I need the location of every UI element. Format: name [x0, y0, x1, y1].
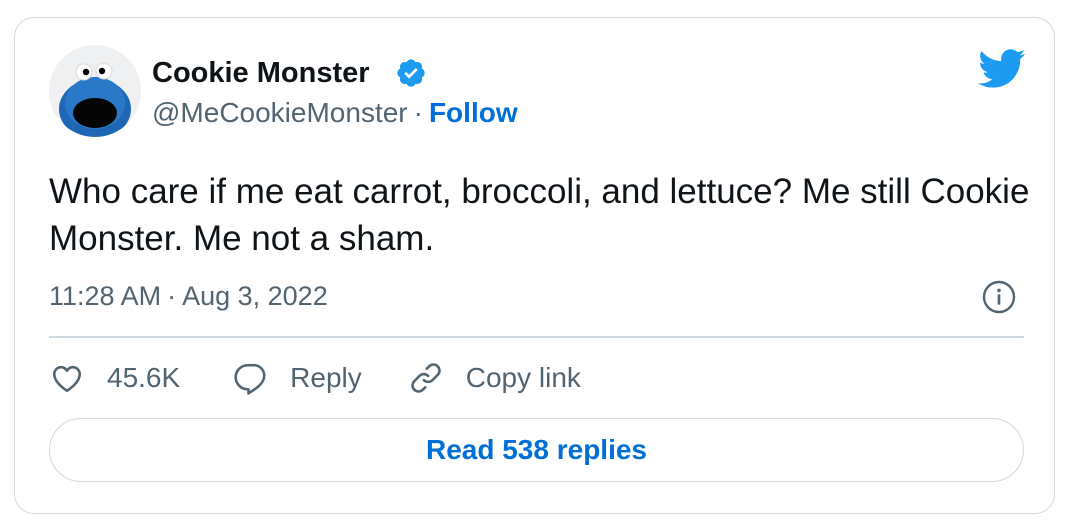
tweet-date: Aug 3, 2022 [182, 281, 328, 311]
heart-icon [52, 365, 82, 393]
tweet-actions: 45.6K Reply Copy link [49, 358, 581, 398]
like-count: 45.6K [107, 362, 181, 393]
reply-bubble-icon [234, 363, 266, 395]
separator-dot: · [413, 97, 423, 128]
follow-button[interactable]: Follow [429, 97, 518, 128]
author-handle[interactable]: @MeCookieMonster [152, 97, 408, 128]
reply-button[interactable]: Reply [232, 360, 362, 396]
link-icon [411, 363, 441, 393]
divider [49, 336, 1024, 338]
copy-link-button[interactable]: Copy link [408, 360, 581, 396]
tweet-time: 11:28 AM [49, 281, 162, 311]
tweet-text: Who care if me eat carrot, broccoli, and… [49, 172, 1030, 258]
author-name[interactable]: Cookie Monster [152, 56, 370, 90]
read-replies-button[interactable]: Read 538 replies [49, 418, 1024, 482]
cookie-monster-avatar-icon [49, 45, 141, 137]
copy-link-label: Copy link [465, 362, 581, 393]
tweet-timestamp[interactable]: 11:28 AM · Aug 3, 2022 [49, 280, 328, 312]
tweet-card: Cookie Monster @MeCookieMonster · Follow W… [14, 17, 1055, 514]
verified-badge-icon [397, 59, 425, 87]
separator-dot: · [167, 281, 177, 311]
author-handle-row: @MeCookieMonster · Follow [152, 96, 518, 130]
info-icon[interactable] [981, 279, 1017, 315]
reply-label: Reply [290, 362, 362, 393]
avatar[interactable] [49, 45, 141, 137]
twitter-bird-icon[interactable] [978, 49, 1026, 89]
like-button[interactable]: 45.6K [49, 360, 180, 396]
